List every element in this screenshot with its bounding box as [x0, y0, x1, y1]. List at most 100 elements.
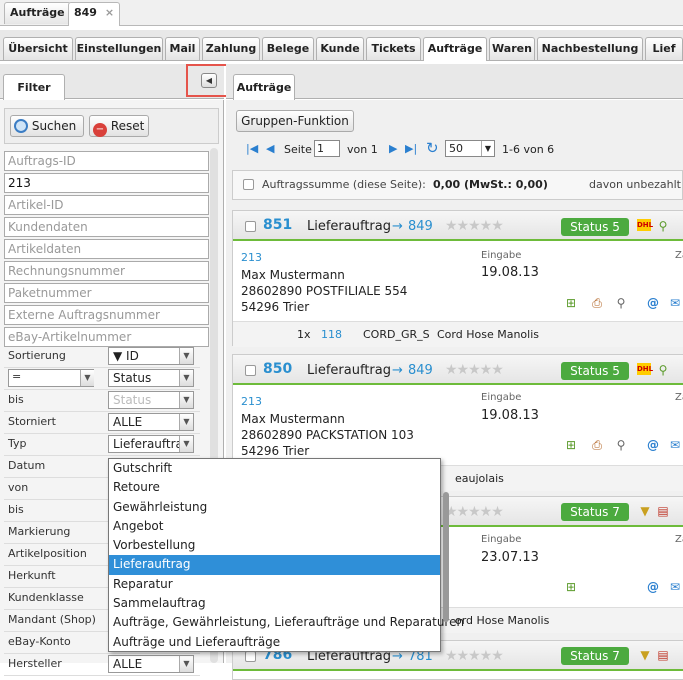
- chevron-down-icon[interactable]: ▼: [637, 647, 653, 663]
- filter-row-select[interactable]: Status ▼: [108, 369, 194, 387]
- filter-row-select[interactable]: ALLE ▼: [108, 655, 194, 673]
- filter-row: Sortierung ▼ ID ▼: [4, 346, 200, 368]
- order-ref-link[interactable]: 849: [408, 219, 433, 234]
- typ-option[interactable]: Gewährleistung: [109, 498, 440, 517]
- tab-lief[interactable]: Lief: [645, 37, 683, 60]
- next-page-icon[interactable]: ▶: [389, 142, 397, 155]
- rating-stars[interactable]: ★★★★★: [445, 218, 504, 234]
- kundendaten-input[interactable]: Kundendaten: [4, 217, 209, 237]
- select-all-checkbox[interactable]: [243, 179, 254, 190]
- document-icon[interactable]: ▤: [655, 647, 671, 663]
- artikel-id-input[interactable]: Artikel-ID: [4, 195, 209, 215]
- tab-auftraege-main[interactable]: Aufträge: [4, 2, 71, 24]
- typ-option[interactable]: Aufträge, Gewährleistung, Lieferaufträge…: [109, 613, 464, 632]
- tab-order-849[interactable]: 849 ×: [68, 2, 121, 26]
- last-page-icon[interactable]: ▶|: [405, 142, 417, 155]
- externe-auftragsnummer-input[interactable]: Externe Auftragsnummer: [4, 305, 209, 325]
- order-checkbox[interactable]: [245, 221, 256, 232]
- refresh-icon[interactable]: ↻: [426, 139, 439, 157]
- tab-zahlung[interactable]: Zahlung: [202, 37, 260, 60]
- add-item-icon[interactable]: ⊞: [563, 437, 579, 453]
- rechnungsnummer-input[interactable]: Rechnungsnummer: [4, 261, 209, 281]
- typ-option[interactable]: Aufträge und Lieferaufträge: [109, 633, 440, 652]
- email-icon[interactable]: @: [645, 579, 661, 595]
- status-badge[interactable]: Status 7: [561, 647, 629, 665]
- mail-icon[interactable]: ✉: [667, 295, 683, 311]
- order-id-link[interactable]: 851: [263, 217, 292, 233]
- find-icon[interactable]: ⚲: [613, 437, 629, 453]
- rating-stars[interactable]: ★★★★★: [445, 362, 504, 378]
- customer-id-link[interactable]: 213: [241, 251, 262, 264]
- print-icon[interactable]: ⎙: [589, 295, 605, 311]
- item-art-link[interactable]: 118: [321, 322, 342, 348]
- status-badge[interactable]: Status 7: [561, 503, 629, 521]
- close-icon[interactable]: ×: [105, 6, 114, 19]
- filter-row-select[interactable]: Status ▼: [108, 391, 194, 409]
- filter-row-label: von: [8, 481, 29, 494]
- chevron-down-icon: ▼: [179, 348, 193, 364]
- tab-mail[interactable]: Mail: [165, 37, 200, 60]
- tab-uebersicht[interactable]: Übersicht: [3, 37, 73, 60]
- summary-label: Auftragssumme (diese Seite):: [262, 178, 426, 191]
- filter-tab[interactable]: Filter: [3, 74, 65, 100]
- filter-row-select[interactable]: Lieferauftrag ▼: [108, 435, 194, 453]
- add-item-icon[interactable]: ⊞: [563, 579, 579, 595]
- per-page-select[interactable]: 50 ▼: [445, 140, 495, 157]
- prev-page-icon[interactable]: ◀: [266, 142, 274, 155]
- auftrags-id-input[interactable]: Auftrags-ID: [4, 151, 209, 171]
- chevron-down-icon[interactable]: ▼: [637, 503, 653, 519]
- customer-id-input[interactable]: 213: [4, 173, 209, 193]
- mail-icon[interactable]: ✉: [667, 579, 683, 595]
- collapse-left-icon[interactable]: ◀: [201, 73, 217, 88]
- rating-stars[interactable]: ★★★★★: [445, 648, 504, 664]
- tab-nachbestellung[interactable]: Nachbestellung: [537, 37, 643, 60]
- tab-waren[interactable]: Waren: [489, 37, 535, 60]
- typ-option[interactable]: Vorbestellung: [109, 536, 440, 555]
- email-icon[interactable]: @: [645, 437, 661, 453]
- first-page-icon[interactable]: |◀: [246, 142, 258, 155]
- ebay-artikelnummer-input[interactable]: eBay-Artikelnummer: [4, 327, 209, 347]
- typ-option[interactable]: Angebot: [109, 517, 440, 536]
- za-label: Za: [675, 250, 683, 261]
- search-gear-icon[interactable]: ⚲: [655, 218, 671, 234]
- typ-option[interactable]: Reparatur: [109, 575, 440, 594]
- mail-icon[interactable]: ✉: [667, 437, 683, 453]
- tab-tickets[interactable]: Tickets: [366, 37, 421, 60]
- customer-id-link[interactable]: 213: [241, 395, 262, 408]
- document-icon[interactable]: ▤: [655, 503, 671, 519]
- status-badge[interactable]: Status 5: [561, 362, 629, 380]
- gruppen-funktion-button[interactable]: Gruppen-Funktion: [236, 110, 354, 132]
- tab-auftraege[interactable]: Aufträge: [423, 37, 487, 61]
- page-count: von 1: [347, 143, 378, 156]
- filter-row-select[interactable]: ▼ ID ▼: [108, 347, 194, 365]
- reset-button[interactable]: − Reset: [89, 115, 149, 137]
- search-gear-icon[interactable]: ⚲: [655, 362, 671, 378]
- order-checkbox[interactable]: [245, 365, 256, 376]
- paketnummer-input[interactable]: Paketnummer: [4, 283, 209, 303]
- filter-row-select[interactable]: ALLE ▼: [108, 413, 194, 431]
- tab-einstellungen[interactable]: Einstellungen: [75, 37, 163, 60]
- email-icon[interactable]: @: [645, 295, 661, 311]
- page-input[interactable]: 1: [314, 140, 340, 157]
- order-checkbox[interactable]: [245, 651, 256, 662]
- add-item-icon[interactable]: ⊞: [563, 295, 579, 311]
- find-icon[interactable]: ⚲: [613, 295, 629, 311]
- tab-auftraege-list[interactable]: Aufträge: [233, 74, 295, 100]
- typ-option[interactable]: Lieferauftrag: [109, 555, 440, 575]
- search-button[interactable]: Suchen: [10, 115, 84, 137]
- tab-kunde[interactable]: Kunde: [316, 37, 364, 60]
- typ-option[interactable]: Sammelauftrag: [109, 594, 440, 613]
- order-id-link[interactable]: 850: [263, 361, 292, 377]
- dropdown-scrollbar[interactable]: [443, 492, 449, 622]
- rating-stars[interactable]: ★★★★★: [445, 504, 504, 520]
- tab-belege[interactable]: Belege: [262, 37, 314, 60]
- filter-row-label: Artikelposition: [8, 547, 87, 560]
- filter-row: Storniert ALLE ▼: [4, 412, 200, 434]
- artikeldaten-input[interactable]: Artikeldaten: [4, 239, 209, 259]
- typ-option[interactable]: Gutschrift: [109, 459, 440, 478]
- typ-option[interactable]: Retoure: [109, 478, 440, 497]
- filter-row-label: Kundenklasse: [8, 591, 84, 604]
- print-icon[interactable]: ⎙: [589, 437, 605, 453]
- order-ref-link[interactable]: 849: [408, 363, 433, 378]
- status-badge[interactable]: Status 5: [561, 218, 629, 236]
